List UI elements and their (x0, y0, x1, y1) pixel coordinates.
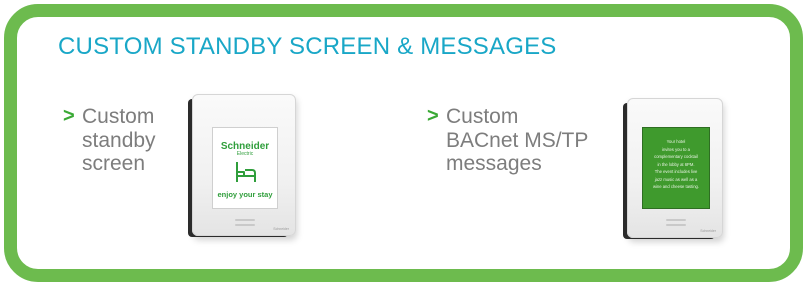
feature-line: standby (82, 128, 156, 152)
message-line: The event includes live (654, 169, 698, 174)
message-line: jazz music as well as a (654, 176, 698, 182)
feature-line: Custom (446, 105, 519, 128)
feature-custom-bacnet-messages: > Custom BACnet MS/TP messages (427, 105, 627, 176)
chevron-right-icon: > (427, 105, 439, 127)
message-line: complementary cocktail (654, 154, 698, 159)
message-line: in the lobby at 6PM. (657, 161, 695, 167)
thermostat-device-message: Your hotel invites you to a complementar… (627, 98, 723, 238)
message-line: invites you to a (662, 146, 690, 152)
brand-sub: Electric (236, 151, 254, 157)
vent-slot (235, 224, 255, 226)
feature-custom-standby-screen: > Custom standby screen (63, 105, 183, 176)
feature-line: Custom (82, 105, 155, 128)
device-brand-mark: Schneider (700, 229, 716, 233)
vent-slot (666, 224, 686, 226)
thermostat-device-standby: Schneider Electric enjoy your stay Schne… (192, 94, 296, 236)
message-screen: Your hotel invites you to a complementar… (642, 127, 710, 209)
feature-text: Custom BACnet MS/TP messages (446, 105, 627, 176)
standby-screen: Schneider Electric enjoy your stay (212, 127, 278, 209)
message-line: Your hotel (666, 139, 686, 144)
feature-line: messages (446, 152, 542, 175)
device-brand-mark: Schneider (273, 227, 289, 231)
standby-caption: enjoy your stay (217, 190, 273, 199)
feature-text: Custom standby screen (82, 105, 183, 176)
section-title: CUSTOM STANDBY SCREEN & MESSAGES (58, 33, 557, 60)
message-line: wine and cheese tasting. (652, 184, 700, 189)
chevron-right-icon: > (63, 105, 75, 127)
bed-icon (236, 162, 256, 182)
vent-slot (235, 219, 255, 221)
message-text: Your hotel invites you to a complementar… (643, 138, 709, 191)
vent-slot (666, 219, 686, 221)
feature-line: BACnet MS/TP (446, 128, 589, 152)
feature-line: screen (82, 152, 146, 175)
